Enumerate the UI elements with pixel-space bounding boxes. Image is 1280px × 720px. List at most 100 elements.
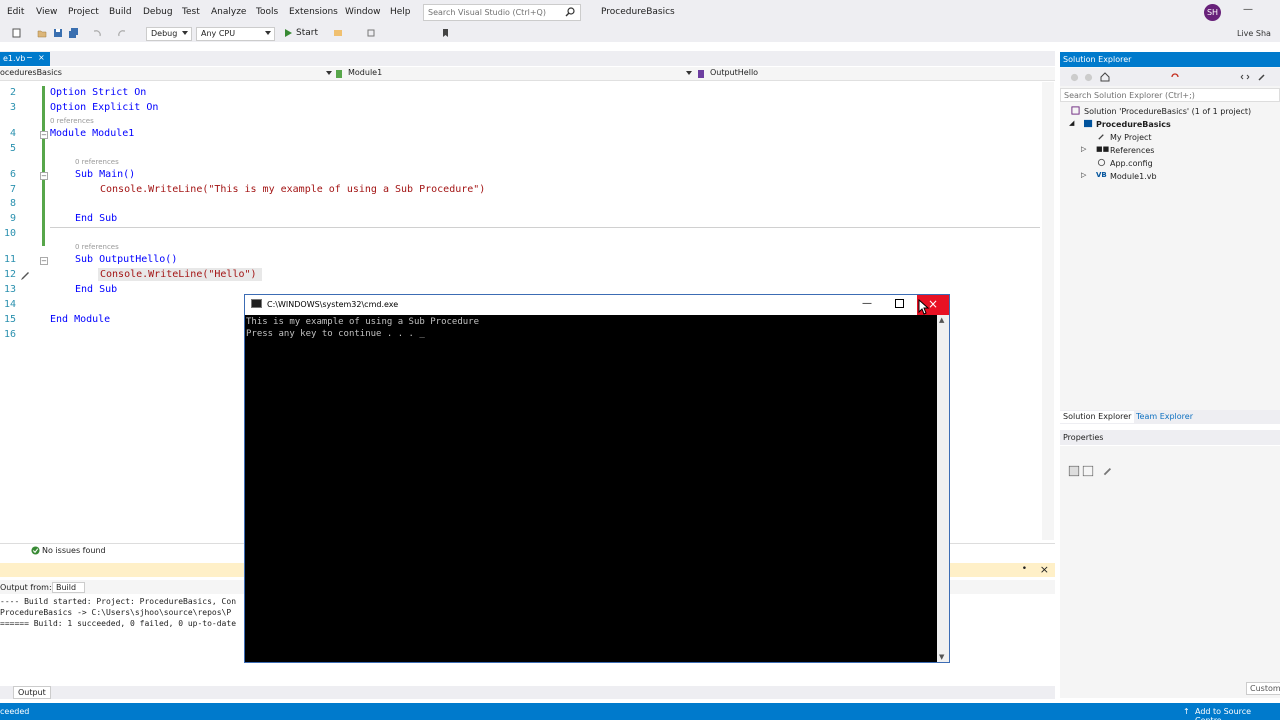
codelens-references[interactable]: 0 references (50, 117, 94, 125)
menu-build[interactable]: Build (109, 7, 132, 17)
alphabetical-icon[interactable] (1082, 465, 1094, 477)
tree-item-project[interactable]: ProcedureBasics (1096, 120, 1171, 129)
tree-item-module1[interactable]: Module1.vb (1110, 172, 1157, 181)
console-title-bar[interactable]: C:\WINDOWS\system32\cmd.exe (245, 295, 949, 315)
check-circle-icon (31, 546, 40, 555)
start-button[interactable]: Start (296, 28, 318, 38)
line-number: 11 (3, 254, 16, 265)
console-line: This is my example of using a Sub Proced… (246, 317, 479, 327)
output-source-dropdown[interactable]: Build (52, 582, 86, 593)
code-line: End Sub (75, 213, 118, 224)
bookmark-icon[interactable] (440, 28, 450, 38)
member-nav-dropdown[interactable]: OutputHello (710, 68, 758, 80)
solution-search-input[interactable]: Search Solution Explorer (Ctrl+;) (1060, 88, 1280, 102)
close-panel-icon[interactable]: × (1040, 563, 1049, 576)
menu-project[interactable]: Project (68, 7, 99, 17)
new-item-icon[interactable] (12, 28, 22, 38)
menu-window[interactable]: Window (345, 7, 381, 17)
issues-status[interactable]: No issues found (42, 546, 106, 555)
source-control-button[interactable]: Add to Source Contro (1195, 707, 1280, 720)
menu-help[interactable]: Help (390, 7, 411, 17)
categorized-icon[interactable] (1068, 465, 1080, 477)
fold-toggle-icon[interactable]: − (40, 257, 48, 265)
home-icon[interactable] (1100, 72, 1110, 82)
fold-toggle-icon[interactable]: − (40, 131, 48, 139)
panel-title: Properties (1063, 433, 1104, 442)
save-all-icon[interactable] (69, 28, 79, 38)
tab-output[interactable]: Output (13, 686, 51, 699)
minimize-icon[interactable]: — (862, 298, 874, 310)
code-line: Sub OutputHello() (75, 254, 178, 265)
preview-icon[interactable] (1240, 72, 1250, 82)
open-folder-icon[interactable] (37, 28, 47, 38)
console-output[interactable] (245, 315, 937, 662)
line-number: 4 (9, 128, 16, 139)
output-line: ====== Build: 1 succeeded, 0 failed, 0 u… (0, 619, 237, 628)
line-number: 2 (9, 87, 16, 98)
live-share-button[interactable]: Live Sha (1237, 29, 1271, 38)
project-nav-dropdown[interactable]: oceduresBasics (0, 68, 330, 80)
customize-button[interactable]: Custom (1246, 682, 1280, 695)
scroll-up-icon[interactable]: ▲ (939, 316, 944, 324)
maximize-icon[interactable] (895, 299, 904, 308)
fold-toggle-icon[interactable]: − (40, 172, 48, 180)
references-icon: ■■ (1096, 145, 1110, 153)
avatar[interactable]: SH (1204, 4, 1221, 21)
forward-icon[interactable] (1084, 73, 1093, 82)
up-arrow-icon: ↑ (1183, 707, 1190, 716)
scroll-down-icon[interactable]: ▼ (939, 653, 944, 661)
tab-team-explorer[interactable]: Team Explorer (1133, 411, 1196, 423)
code-line: Option Explicit On (50, 102, 159, 113)
tree-item-my-project[interactable]: My Project (1110, 133, 1152, 142)
panel-title: Solution Explorer (1063, 55, 1132, 64)
menu-debug[interactable]: Debug (143, 7, 173, 17)
editor-scrollbar[interactable] (1042, 82, 1054, 540)
tree-item-app-config[interactable]: App.config (1110, 159, 1153, 168)
collapse-arrow-icon[interactable]: ▷ (1081, 145, 1086, 153)
tab-module1[interactable]: e1.vb − × (0, 52, 50, 66)
search-icon (565, 7, 575, 17)
tab-solution-explorer[interactable]: Solution Explorer (1060, 411, 1135, 423)
menu-tools[interactable]: Tools (256, 7, 278, 17)
platform-dropdown[interactable]: Any CPU (196, 27, 275, 41)
search-placeholder: Search Visual Studio (Ctrl+Q) (428, 8, 546, 17)
vb-project-icon (1084, 119, 1093, 128)
redo-icon[interactable] (117, 28, 127, 38)
close-tab-icon[interactable]: × (38, 53, 45, 62)
line-number: 14 (3, 299, 16, 310)
line-number: 7 (9, 184, 16, 195)
menu-edit[interactable]: Edit (7, 7, 24, 17)
line-number: 10 (3, 228, 16, 239)
search-input[interactable]: Search Visual Studio (Ctrl+Q) (423, 4, 581, 21)
config-dropdown[interactable]: Debug (146, 27, 192, 41)
tab-label: e1.vb (3, 54, 26, 63)
menu-view[interactable]: View (36, 7, 57, 17)
debug-tools-icon[interactable] (333, 28, 343, 38)
tree-item-references[interactable]: References (1110, 146, 1154, 155)
chevron-down-icon (326, 71, 332, 77)
menu-test[interactable]: Test (182, 7, 200, 17)
step-icon[interactable] (366, 28, 376, 38)
wrench-icon[interactable] (1257, 72, 1267, 82)
menu-extensions[interactable]: Extensions (289, 7, 338, 17)
module-nav-dropdown[interactable]: Module1 (348, 68, 382, 80)
save-icon[interactable] (53, 28, 63, 38)
expand-arrow-icon[interactable]: ◢ (1069, 119, 1074, 127)
tree-item-solution[interactable]: Solution 'ProcedureBasics' (1 of 1 proje… (1084, 107, 1251, 116)
window-minimize-icon[interactable]: — (1243, 4, 1257, 18)
pin-icon[interactable]: • (1022, 564, 1027, 574)
vb-file-icon: VB (1096, 171, 1107, 179)
codelens-references[interactable]: 0 references (75, 158, 119, 166)
line-number: 8 (9, 198, 16, 209)
undo-icon[interactable] (92, 28, 102, 38)
property-pages-icon[interactable] (1102, 465, 1114, 477)
console-scrollbar[interactable]: ▲ ▼ (937, 315, 949, 662)
collapse-arrow-icon[interactable]: ▷ (1081, 171, 1086, 179)
pin-icon[interactable]: − (26, 53, 33, 62)
quick-actions-pencil-icon[interactable] (20, 271, 30, 281)
back-icon[interactable] (1070, 73, 1079, 82)
menu-analyze[interactable]: Analyze (211, 7, 246, 17)
codelens-references[interactable]: 0 references (75, 243, 119, 251)
sync-icon[interactable] (1170, 72, 1180, 82)
output-source-label: Output from: (0, 583, 52, 592)
